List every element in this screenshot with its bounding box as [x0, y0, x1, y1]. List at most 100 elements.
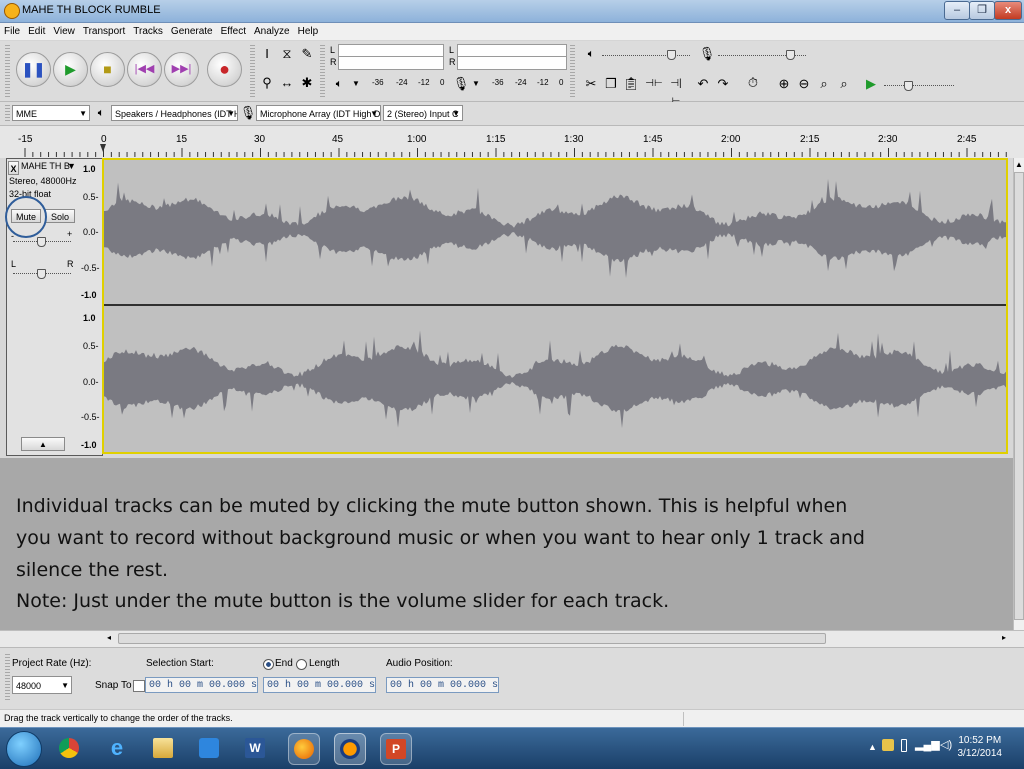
word-taskbar-button[interactable]: W [240, 733, 270, 763]
close-track-icon[interactable]: X [8, 161, 19, 175]
word-icon: W [245, 738, 265, 758]
mixer-grip[interactable] [570, 45, 575, 97]
solo-button[interactable]: Solo [45, 209, 75, 223]
chrome-taskbar-button[interactable] [54, 733, 84, 763]
timeshift-tool-icon[interactable]: ↔ [278, 74, 296, 92]
toolbar-grip[interactable] [5, 45, 10, 97]
skip-to-end-button[interactable]: ▶▶| [164, 52, 199, 87]
fit-project-icon[interactable]: ⌕ [835, 75, 853, 93]
play-at-speed-icon[interactable]: ▶ [862, 75, 880, 93]
volume-icon[interactable]: ◁) [940, 738, 952, 751]
copy-icon[interactable]: ❐ [602, 75, 620, 93]
menu-tracks[interactable]: Tracks [129, 23, 167, 39]
tray-expand-icon[interactable]: ▲ [868, 742, 877, 752]
zoom-out-icon[interactable]: ⊖ [795, 75, 813, 93]
system-clock[interactable]: 10:52 PM 3/12/2014 [958, 734, 1003, 760]
gain-slider-thumb[interactable] [37, 237, 46, 247]
menu-analyze[interactable]: Analyze [250, 23, 294, 39]
stereo-waveform[interactable] [104, 160, 1006, 452]
speaker-icon[interactable]: 🔈︎ [330, 75, 348, 93]
collapse-track-button[interactable]: ▲ [21, 437, 65, 451]
envelope-tool-icon[interactable]: ⧖ [278, 45, 296, 63]
powerpoint-taskbar-button[interactable]: P [380, 733, 412, 765]
audacity-taskbar-button[interactable] [334, 733, 366, 765]
draw-tool-icon[interactable]: ✎ [298, 45, 316, 63]
end-radio[interactable] [263, 659, 274, 670]
output-device-select[interactable]: Speakers / Headphones (IDT H ▼ [111, 105, 238, 121]
menu-generate[interactable]: Generate [167, 23, 217, 39]
play-button[interactable]: ▶ [53, 52, 88, 87]
project-rate-select[interactable]: 48000 ▼ [12, 676, 72, 694]
horizontal-scroll-thumb[interactable] [118, 633, 826, 644]
audio-position-time[interactable]: 00 h 00 m 00.000 s [386, 677, 499, 693]
explorer-taskbar-button[interactable] [148, 733, 178, 763]
record-meter-menu[interactable]: ▼ [472, 79, 480, 88]
menu-effect[interactable]: Effect [217, 23, 250, 39]
battery-icon[interactable] [901, 739, 907, 752]
stop-button[interactable]: ■ [90, 52, 125, 87]
start-button[interactable] [6, 731, 42, 767]
meter-grip[interactable] [320, 45, 325, 97]
tools-grip[interactable] [250, 45, 255, 97]
multi-tool-icon[interactable]: ✱ [298, 74, 316, 92]
selection-tool-icon[interactable]: I [258, 45, 276, 63]
menu-view[interactable]: View [49, 23, 79, 39]
vertical-amplitude-scale[interactable]: 1.0 0.5- 0.0- -0.5- -1.0 1.0 0.5- 0.0- -… [79, 158, 103, 456]
play-speed-slider[interactable] [884, 85, 954, 87]
media-player-taskbar-button[interactable] [194, 733, 224, 763]
network-signal-icon[interactable]: ▂▄▆ [915, 738, 940, 751]
input-device-select[interactable]: Microphone Array (IDT High De ▼ [256, 105, 381, 121]
play-speed-thumb[interactable] [904, 81, 913, 91]
vertical-scroll-thumb[interactable] [1014, 172, 1024, 620]
scroll-right-icon[interactable]: ▸ [1002, 633, 1006, 642]
input-volume-thumb[interactable] [786, 50, 795, 60]
fit-selection-icon[interactable]: ⌕ [815, 75, 833, 93]
minimize-button[interactable]: – [944, 1, 970, 20]
pan-slider-thumb[interactable] [37, 269, 46, 279]
output-volume-thumb[interactable] [667, 50, 676, 60]
pause-button[interactable]: ❚❚ [16, 52, 51, 87]
close-button[interactable]: x [994, 1, 1022, 20]
horizontal-scrollbar[interactable]: ◂ ▸ [0, 630, 1024, 647]
skip-to-start-button[interactable]: |◀◀ [127, 52, 162, 87]
input-channels-select[interactable]: 2 (Stereo) Input C ▼ [383, 105, 463, 121]
undo-icon[interactable]: ↶ [694, 75, 712, 93]
firefox-taskbar-button[interactable] [288, 733, 320, 765]
playback-meter-menu[interactable]: ▼ [352, 79, 360, 88]
selection-end-time[interactable]: 00 h 00 m 00.000 s [263, 677, 376, 693]
cut-icon[interactable]: ✂ [582, 75, 600, 93]
paste-icon[interactable]: 📋︎ [622, 75, 640, 93]
menu-transport[interactable]: Transport [79, 23, 129, 39]
menu-file[interactable]: File [0, 23, 24, 39]
selection-grip[interactable] [5, 654, 10, 702]
zoom-tool-icon[interactable]: ⚲ [258, 74, 276, 92]
menu-help[interactable]: Help [294, 23, 323, 39]
zoom-in-icon[interactable]: ⊕ [775, 75, 793, 93]
scroll-up-icon[interactable]: ▲ [1015, 160, 1023, 169]
ie-taskbar-button[interactable]: e [102, 733, 132, 763]
playhead-marker[interactable] [100, 144, 106, 152]
action-center-icon[interactable] [882, 739, 894, 751]
silence-icon[interactable]: ⊣|⊢ [667, 75, 685, 107]
scroll-left-icon[interactable]: ◂ [107, 633, 111, 642]
microphone-icon[interactable]: 🎙︎ [452, 75, 470, 93]
selection-start-time[interactable]: 00 h 00 m 00.000 s [145, 677, 258, 693]
snap-to-checkbox[interactable] [133, 680, 145, 692]
sync-lock-icon[interactable]: ⏱ [744, 74, 762, 92]
track-menu-icon[interactable]: ▼ [67, 161, 76, 171]
track-name[interactable]: MAHE TH B [21, 161, 70, 171]
timeline-ruler[interactable]: -15 0 15 30 45 1:00 1:15 1:30 1:45 2:00 … [0, 126, 1024, 159]
record-meter-right[interactable] [457, 56, 567, 70]
audio-host-select[interactable]: MME ▼ [12, 105, 90, 121]
redo-icon[interactable]: ↷ [714, 75, 732, 93]
trim-icon[interactable]: ⊣⊢ [645, 75, 663, 93]
output-volume-slider[interactable] [602, 55, 690, 57]
vertical-scrollbar[interactable]: ▲ [1013, 158, 1024, 630]
waveform-view[interactable] [102, 158, 1008, 454]
device-grip[interactable] [5, 105, 10, 122]
playback-meter-right[interactable] [338, 56, 444, 70]
record-button[interactable]: ● [207, 52, 242, 87]
maximize-button[interactable]: ❐ [969, 1, 995, 20]
length-radio[interactable] [296, 659, 307, 670]
menu-edit[interactable]: Edit [24, 23, 49, 39]
